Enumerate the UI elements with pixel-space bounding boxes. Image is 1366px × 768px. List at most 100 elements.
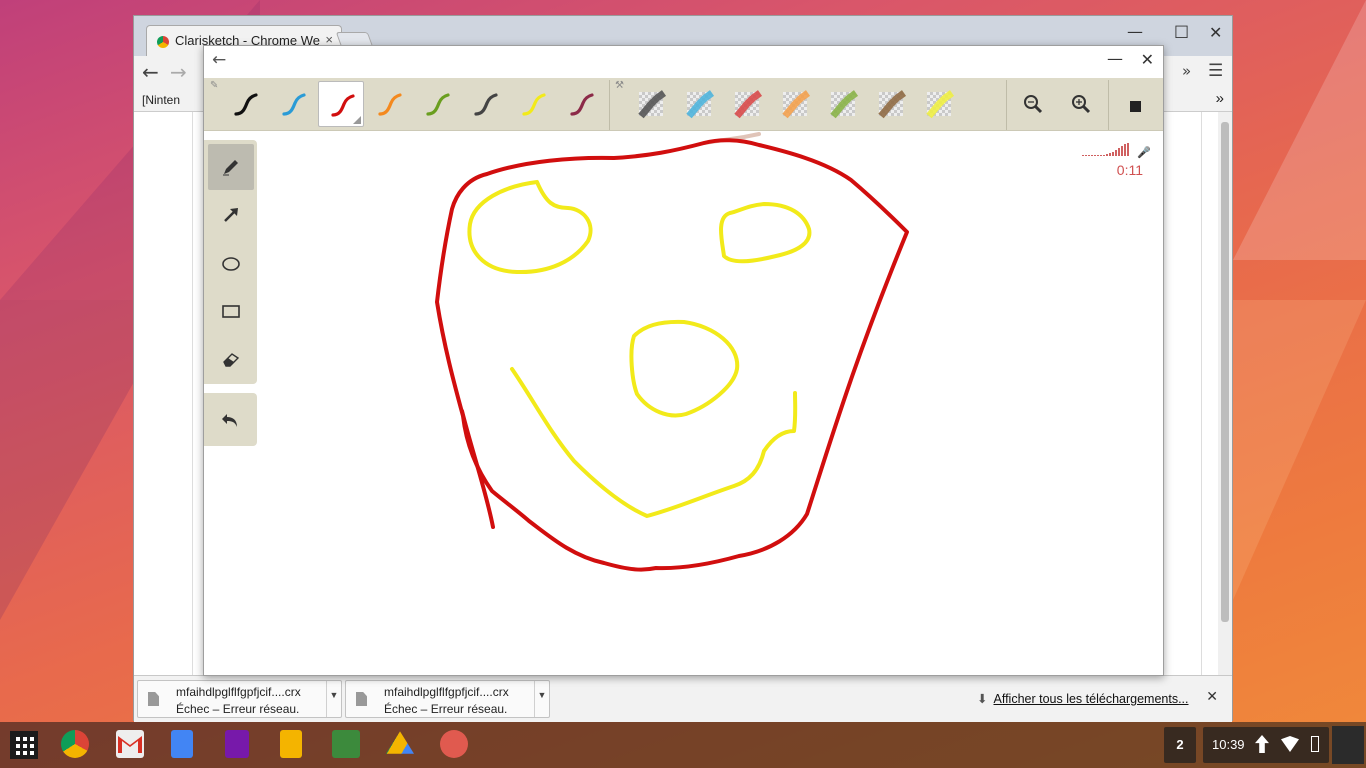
- highlighter-corner-icon: ⚒: [615, 80, 624, 91]
- pen-color-orange[interactable]: [366, 81, 412, 127]
- highlighter-color-blue[interactable]: [676, 81, 722, 127]
- google-docs-icon[interactable]: [171, 730, 193, 758]
- launcher-grid-dot: [16, 751, 20, 755]
- pen-stroke-icon: [522, 93, 546, 116]
- file-icon: [356, 692, 367, 706]
- battery-icon: [1311, 736, 1319, 752]
- pen-color-dark-gray[interactable]: [462, 81, 508, 127]
- app-icon[interactable]: [332, 730, 360, 758]
- menu-icon[interactable]: ☰: [1208, 61, 1223, 81]
- nose-stroke: [629, 319, 740, 418]
- pen-corner-icon: ✎: [210, 80, 219, 91]
- highlighter-color-gray[interactable]: [628, 81, 674, 127]
- show-all-downloads-link[interactable]: ⬇ Afficher tous les téléchargements...: [977, 691, 1189, 706]
- clarisketch-icon[interactable]: [440, 730, 468, 758]
- launcher-grid-dot: [30, 737, 34, 741]
- audio-level-bar: [1088, 155, 1091, 156]
- google-slides-icon[interactable]: [280, 730, 302, 758]
- bookmark-item[interactable]: [Ninten: [142, 93, 180, 107]
- pen-color-black[interactable]: [222, 81, 268, 127]
- chevron-down-icon[interactable]: ▼: [534, 681, 549, 717]
- audio-level-bar: [1106, 154, 1109, 156]
- download-item[interactable]: mfaihdlpglflfgpfjcif....crx Échec – Erre…: [345, 680, 550, 718]
- pen-color-red[interactable]: [318, 81, 364, 127]
- pen-color-blue[interactable]: [270, 81, 316, 127]
- highlighter-color-orange[interactable]: [772, 81, 818, 127]
- pen-color-green[interactable]: [414, 81, 460, 127]
- notification-count-badge[interactable]: 2: [1164, 727, 1196, 763]
- app-minimize-button[interactable]: —: [1107, 49, 1123, 68]
- close-button[interactable]: ✕: [1209, 23, 1222, 42]
- back-button[interactable]: ←: [142, 60, 159, 84]
- audio-level-bar: [1097, 155, 1100, 156]
- launcher-grid-dot: [30, 744, 34, 748]
- audio-level-bar: [1118, 148, 1121, 156]
- download-arrow-icon: ⬇: [977, 692, 988, 706]
- gmail-icon[interactable]: [116, 730, 144, 758]
- bookmarks-overflow-button[interactable]: »: [1216, 90, 1224, 107]
- maximize-button[interactable]: □: [1174, 21, 1189, 40]
- zoom-in-button[interactable]: [1058, 81, 1104, 127]
- launcher-grid-dot: [23, 751, 27, 755]
- chevron-down-icon[interactable]: ▼: [326, 681, 341, 717]
- launcher-grid-dot: [23, 737, 27, 741]
- onenote-icon[interactable]: [225, 730, 249, 758]
- audio-level-bar: [1094, 155, 1097, 156]
- audio-level-bar: [1115, 150, 1118, 156]
- audio-level-bar: [1112, 152, 1115, 156]
- clarisketch-window: ← — ✕ ✎ ⚒ 🎤 0:11: [203, 45, 1164, 676]
- highlighter-color-red[interactable]: [724, 81, 770, 127]
- highlighter-color-yellow[interactable]: [916, 81, 962, 127]
- chrome-icon[interactable]: [61, 730, 89, 758]
- pen-stroke-icon: [426, 93, 450, 116]
- audio-level-bar: [1127, 143, 1130, 156]
- highlighter-stroke-icon: [734, 90, 763, 119]
- show-all-label: Afficher tous les téléchargements...: [993, 692, 1189, 706]
- highlighter-color-green[interactable]: [820, 81, 866, 127]
- face-chin-stroke: [460, 409, 495, 529]
- chrome-web-store-icon: [157, 36, 169, 48]
- app-launcher-button[interactable]: [10, 731, 38, 759]
- pen-color-maroon[interactable]: [558, 81, 604, 127]
- pen-stroke-icon: [234, 93, 258, 116]
- app-titlebar: ← — ✕: [204, 46, 1163, 78]
- highlighter-stroke-icon: [638, 90, 667, 119]
- minimize-button[interactable]: —: [1127, 22, 1143, 41]
- audio-level-bar: [1085, 155, 1088, 156]
- pen-stroke-icon: [570, 93, 594, 116]
- system-tray[interactable]: 10:39: [1203, 727, 1329, 763]
- left-eye-stroke: [467, 180, 593, 275]
- right-eye-stroke: [719, 202, 812, 264]
- google-drive-icon[interactable]: [386, 731, 414, 754]
- close-downloads-bar-button[interactable]: ✕: [1206, 689, 1218, 705]
- downloads-bar: mfaihdlpglflfgpfjcif....crx Échec – Erre…: [134, 675, 1232, 722]
- face-outline-stroke: [435, 138, 909, 572]
- microphone-icon: 🎤: [1137, 146, 1151, 159]
- launcher-grid-dot: [16, 737, 20, 741]
- scrollbar[interactable]: [1218, 112, 1232, 675]
- app-close-button[interactable]: ✕: [1141, 50, 1154, 69]
- highlighter-color-brown[interactable]: [868, 81, 914, 127]
- extensions-overflow-button[interactable]: »: [1182, 62, 1191, 80]
- color-palette-toolbar: ✎ ⚒: [204, 78, 1163, 131]
- audio-level-bar: [1082, 155, 1085, 156]
- forward-button[interactable]: →: [170, 60, 187, 84]
- upload-icon: [1255, 735, 1269, 753]
- audio-level-bar: [1109, 153, 1112, 156]
- drawing-canvas[interactable]: [204, 131, 1165, 677]
- pen-stroke-icon: [331, 94, 355, 117]
- gmail-envelope: [118, 736, 142, 753]
- palette-divider: [1006, 80, 1007, 130]
- wifi-icon: [1281, 736, 1299, 752]
- stop-recording-button[interactable]: [1113, 81, 1159, 127]
- app-back-button[interactable]: ←: [212, 50, 226, 70]
- download-item[interactable]: mfaihdlpglflfgpfjcif....crx Échec – Erre…: [137, 680, 342, 718]
- palette-divider: [1108, 80, 1109, 130]
- user-avatar[interactable]: [1332, 726, 1364, 764]
- zoom-out-button[interactable]: [1010, 81, 1056, 127]
- pen-stroke-icon: [282, 93, 306, 116]
- launcher-grid-dot: [16, 744, 20, 748]
- pen-color-yellow[interactable]: [510, 81, 556, 127]
- pen-stroke-icon: [378, 93, 402, 116]
- scrollbar-thumb[interactable]: [1221, 122, 1229, 622]
